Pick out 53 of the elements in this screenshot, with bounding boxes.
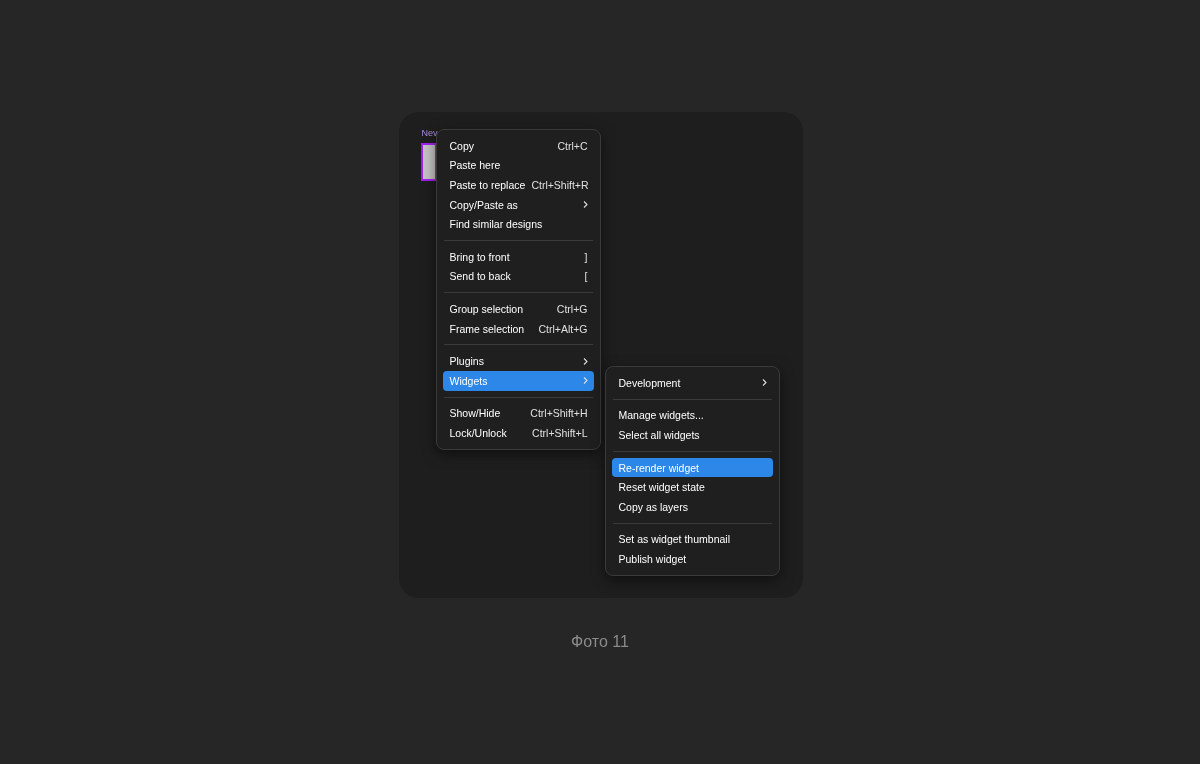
menu-item-label: Send to back	[449, 270, 511, 283]
shortcut-label: [	[584, 270, 588, 283]
menu-item[interactable]: Bring to front ]	[442, 246, 594, 267]
menu-item-label: Reset widget state	[618, 481, 705, 494]
shortcut-label: Ctrl+C	[557, 139, 588, 152]
menu-item-label: Paste here	[449, 159, 501, 172]
menu-item[interactable]: Widgets	[442, 370, 594, 391]
menu-item-label: Frame selection	[449, 322, 525, 335]
menu-item-label: Bring to front	[449, 250, 510, 263]
selected-frame[interactable]	[420, 143, 437, 181]
menu-item[interactable]: Find similar designs	[442, 214, 594, 234]
menu-item-label: Show/Hide	[449, 407, 501, 420]
menu-item-label: Set as widget thumbnail	[618, 533, 730, 546]
menu-item-label: Copy/Paste as	[449, 198, 518, 211]
menu-item-label: Re-render widget	[618, 461, 700, 474]
menu-item-label: Manage widgets...	[618, 409, 704, 422]
menu-item[interactable]: Frame selection Ctrl+Alt+G	[442, 318, 594, 339]
menu-item-label: Development	[618, 376, 681, 389]
menu-item-label: Find similar designs	[449, 218, 543, 231]
frame-label: Nev	[421, 128, 438, 138]
menu-item[interactable]: Set as widget thumbnail	[611, 529, 773, 550]
menu-item[interactable]: Copy Ctrl+C	[442, 136, 594, 156]
menu-item[interactable]: Send to back [	[442, 266, 594, 287]
menu-item[interactable]: Copy/Paste as	[442, 194, 594, 215]
shortcut-label: Ctrl+Shift+H	[530, 407, 588, 420]
menu-item[interactable]: Plugins	[442, 351, 594, 371]
menu-item[interactable]: Copy as layers	[611, 496, 773, 517]
menu-item[interactable]: Publish widget	[611, 549, 773, 569]
menu-item[interactable]: Manage widgets...	[611, 405, 773, 426]
shortcut-label: Ctrl+G	[556, 302, 588, 315]
caption: Фото 11	[571, 633, 629, 651]
menu-item-label: Copy as layers	[618, 500, 688, 513]
menu-item-label: Widgets	[449, 374, 488, 387]
shortcut-label: ]	[584, 250, 588, 263]
menu-item-label: Lock/Unlock	[449, 426, 507, 439]
menu-item[interactable]: Paste to replace Ctrl+Shift+R	[442, 175, 594, 195]
shortcut-label: Ctrl+Shift+R	[531, 179, 589, 191]
menu-item-label: Publish widget	[618, 552, 687, 565]
menu-item[interactable]: Lock/Unlock Ctrl+Shift+L	[442, 423, 594, 443]
menu-item-label: Plugins	[449, 355, 484, 368]
menu-item[interactable]: Group selection Ctrl+G	[442, 299, 594, 319]
menu-item[interactable]: Reset widget state	[611, 477, 773, 497]
menu-item-label: Copy	[449, 139, 474, 152]
menu-item-label: Group selection	[449, 302, 524, 315]
menu-item[interactable]: Show/Hide Ctrl+Shift+H	[442, 403, 594, 424]
menu-item[interactable]: Re-render widget	[611, 457, 773, 478]
menu-item-label: Select all widgets	[618, 429, 700, 441]
menu-item[interactable]: Development	[611, 373, 773, 393]
menu-item-label: Paste to replace	[449, 179, 526, 191]
shortcut-label: Ctrl+Alt+G	[538, 322, 588, 335]
shortcut-label: Ctrl+Shift+L	[532, 426, 588, 439]
menu-item[interactable]: Select all widgets	[611, 425, 773, 445]
menu-item[interactable]: Paste here	[442, 155, 594, 176]
